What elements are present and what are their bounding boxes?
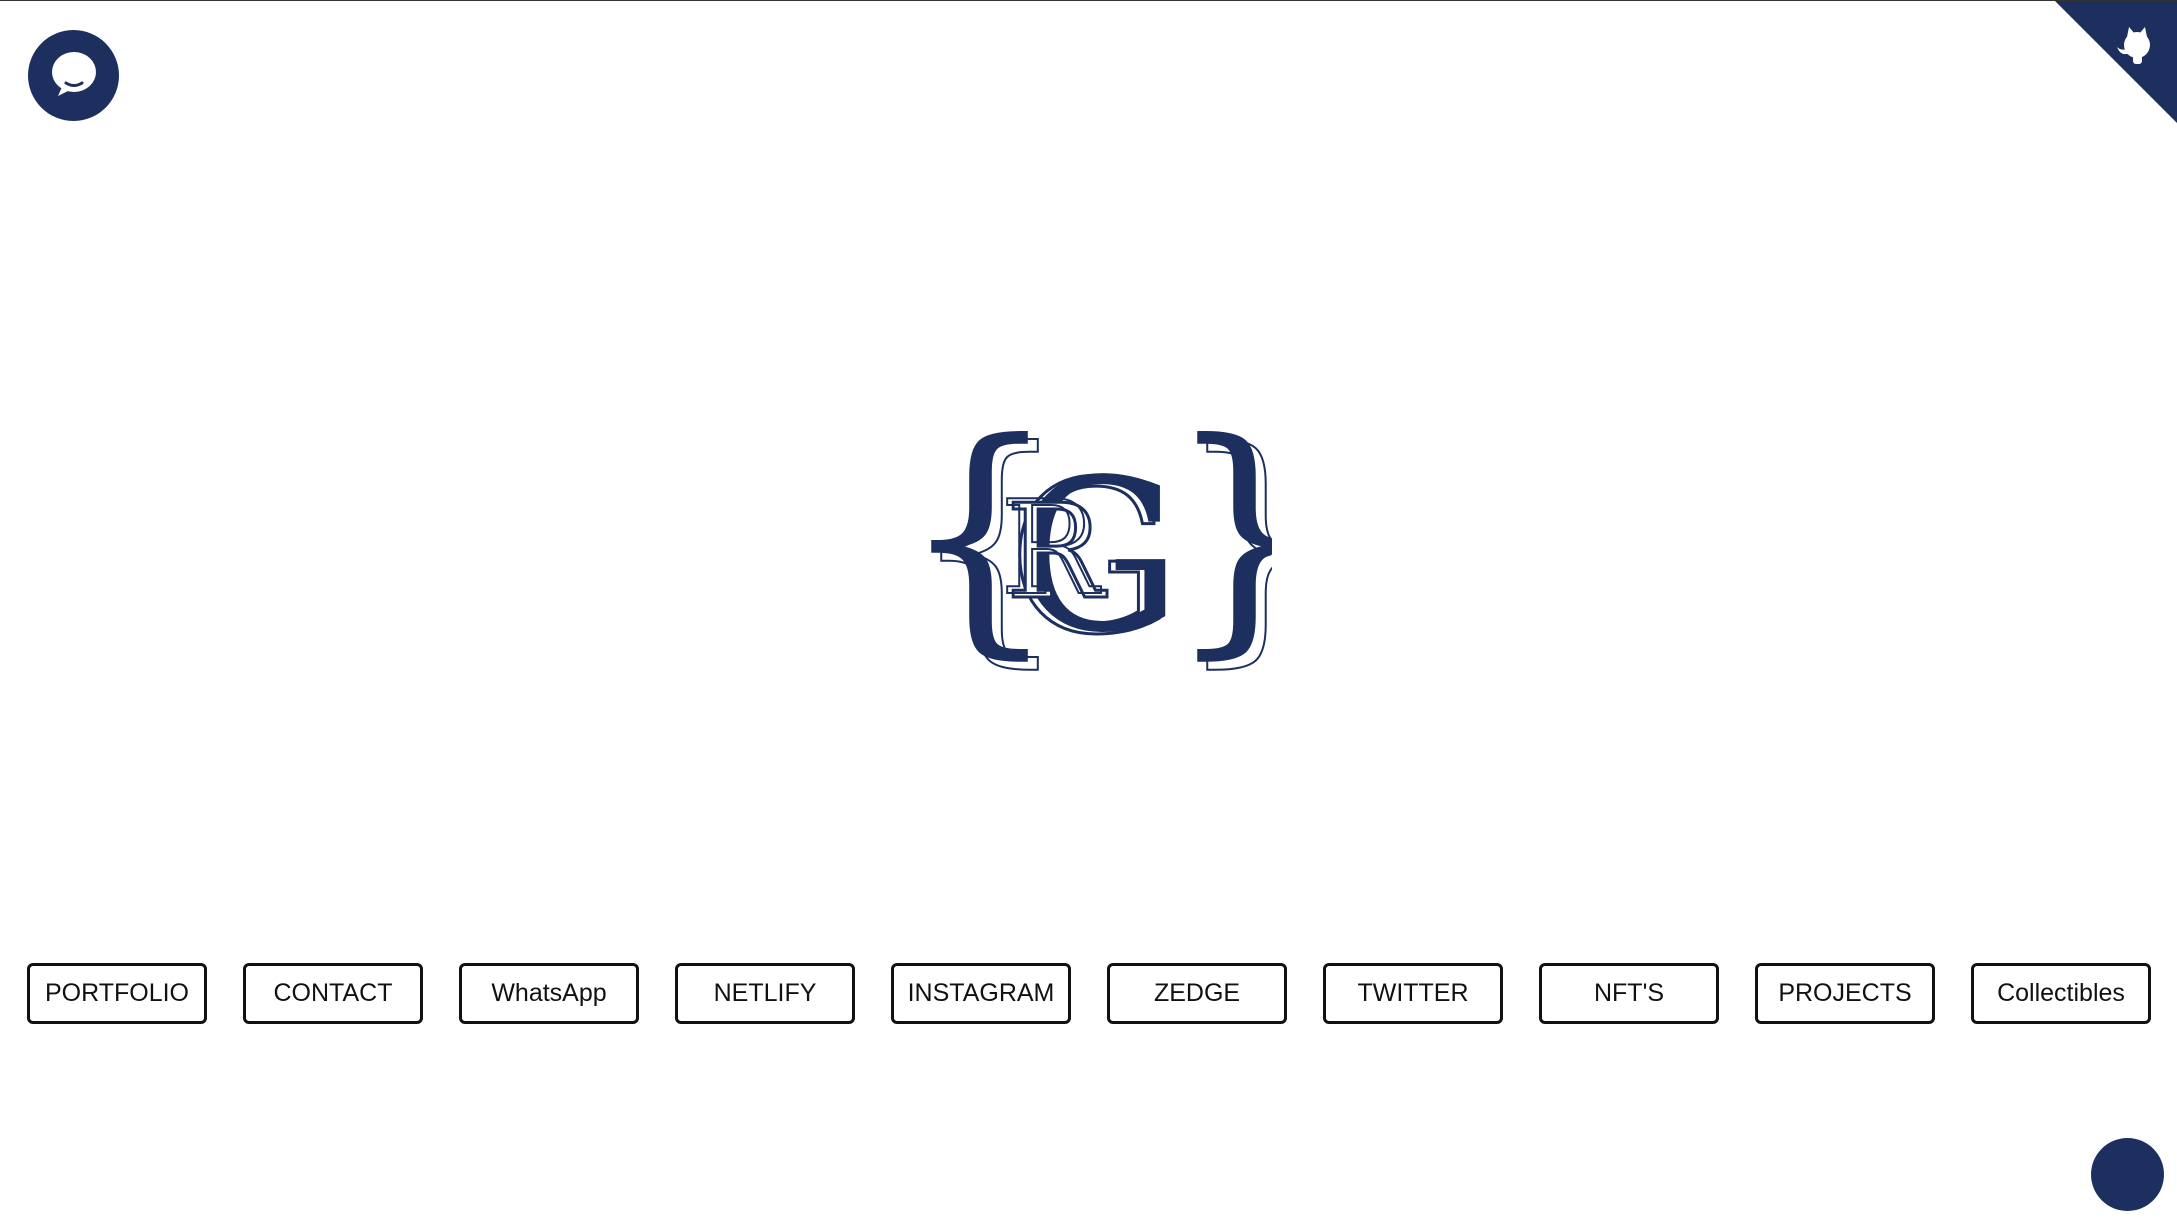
github-octocat-icon (2055, 1, 2177, 123)
twitter-button[interactable]: TWITTER (1323, 963, 1503, 1024)
collectibles-button[interactable]: Collectibles (1971, 963, 2151, 1024)
landing-page: { } { } G G R R PORTFOLIO CONTACT WhatsA… (0, 0, 2177, 1222)
nfts-button[interactable]: NFT'S (1539, 963, 1719, 1024)
projects-button[interactable]: PROJECTS (1755, 963, 1935, 1024)
rg-monogram-logo: { } { } G G R R (900, 421, 1272, 671)
netlify-button[interactable]: NETLIFY (675, 963, 855, 1024)
github-corner-link[interactable] (2055, 1, 2177, 123)
portfolio-button[interactable]: PORTFOLIO (27, 963, 207, 1024)
zedge-button[interactable]: ZEDGE (1107, 963, 1287, 1024)
svg-text:}: } (1166, 421, 1272, 671)
whatsapp-button[interactable]: WhatsApp (459, 963, 639, 1024)
instagram-button[interactable]: INSTAGRAM (891, 963, 1071, 1024)
svg-text:R: R (1000, 472, 1101, 624)
nav-button-row: PORTFOLIO CONTACT WhatsApp NETLIFY INSTA… (27, 963, 2151, 1025)
chat-bubble-icon[interactable] (28, 30, 119, 121)
contact-button[interactable]: CONTACT (243, 963, 423, 1024)
circle-button-icon[interactable] (2091, 1138, 2164, 1211)
